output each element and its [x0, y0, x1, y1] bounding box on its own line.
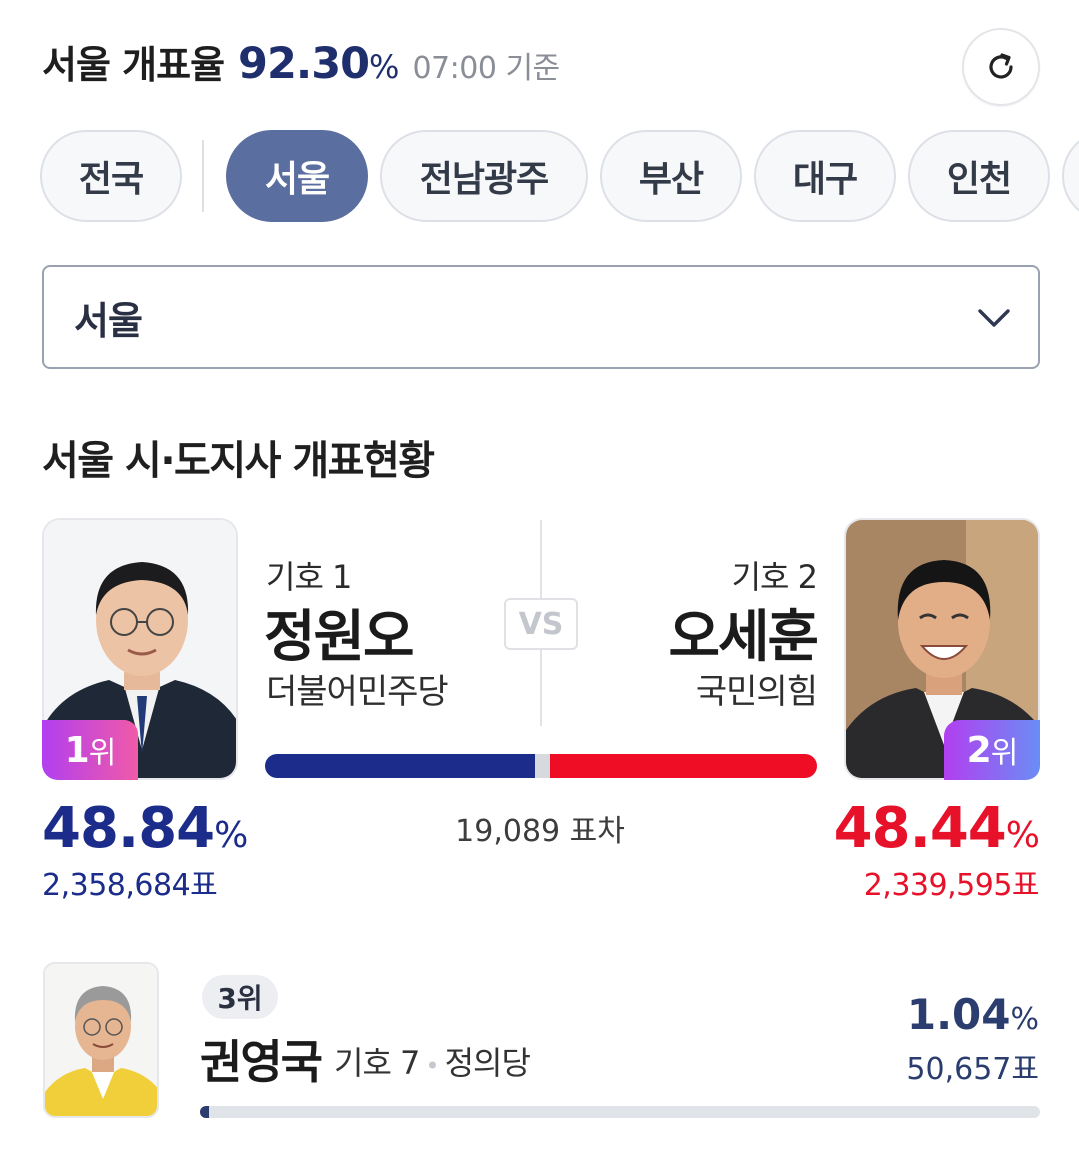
candidate-3-party: 정의당 — [444, 1044, 531, 1082]
tab-jeonnam-gwangju[interactable]: 전남광주 — [380, 130, 588, 222]
candidate-3-votes: 50,657표 — [906, 1052, 1039, 1087]
candidate-2-percent-value: 48.44 — [833, 796, 1007, 861]
section-title: 서울 시·도지사 개표현황 — [42, 438, 435, 484]
vs-divider-top — [540, 520, 542, 598]
tab-busan[interactable]: 부산 — [600, 130, 742, 222]
tab-daegu[interactable]: 대구 — [754, 130, 896, 222]
vote-bar-candidate-1 — [265, 754, 535, 778]
candidate-3-portrait — [45, 964, 157, 1116]
candidate-1-percent: 48.84% — [42, 796, 248, 861]
vs-divider-bottom — [540, 650, 542, 726]
candidate-3-percent-unit: % — [1010, 1002, 1039, 1037]
candidate-2-name: 오세훈 — [668, 605, 819, 670]
rank-badge-1-number: 1 — [64, 729, 90, 771]
header: 서울 개표율 92.30% 07:00 기준 — [42, 34, 560, 94]
candidate-3-rank: 3위 — [202, 975, 278, 1019]
candidate-3-meta: 기호 7 • 정의당 — [334, 1038, 531, 1084]
separator-dot: • — [425, 1052, 439, 1080]
candidate-3-number: 기호 7 — [334, 1044, 420, 1082]
vs-badge: VS — [504, 598, 578, 650]
vote-bar-candidate-2 — [550, 754, 817, 778]
candidate-2-percent-unit: % — [1005, 815, 1040, 856]
rank-badge-1: 1위 — [42, 720, 138, 780]
tab-nationwide[interactable]: 전국 — [40, 130, 182, 222]
region-select-value: 서울 — [74, 298, 143, 343]
rank-badge-2-number: 2 — [966, 729, 992, 771]
tab-incheon[interactable]: 인천 — [908, 130, 1050, 222]
candidate-3-percent-value: 1.04 — [906, 990, 1011, 1039]
count-time: 07:00 기준 — [412, 51, 560, 86]
candidate-1-votes: 2,358,684표 — [42, 868, 218, 903]
candidate-3-bar-track — [200, 1106, 1040, 1118]
candidate-1-percent-value: 48.84 — [42, 796, 215, 861]
vote-gap: 19,089 표차 — [455, 814, 625, 849]
vote-bar-remainder — [535, 754, 550, 778]
count-rate: 92.30% — [238, 39, 399, 89]
candidate-1-party: 더불어민주당 — [266, 672, 449, 712]
refresh-button[interactable] — [962, 28, 1040, 106]
candidate-3-name: 권영국 — [200, 1035, 323, 1089]
chevron-down-icon — [978, 309, 1010, 327]
region-select[interactable]: 서울 — [42, 265, 1040, 369]
count-region-title: 서울 개표율 — [42, 43, 225, 87]
rank-badge-2-unit: 위 — [990, 736, 1019, 771]
count-rate-value: 92.30 — [238, 39, 370, 89]
candidate-3-percent: 1.04% — [907, 990, 1039, 1039]
tab-seoul[interactable]: 서울 — [226, 130, 368, 222]
region-tabs: 전국 서울 전남광주 부산 대구 인천 — [38, 130, 1079, 224]
candidate-3-photo — [43, 962, 159, 1118]
candidate-3-bar-fill — [200, 1106, 209, 1118]
candidate-2-party: 국민의힘 — [695, 672, 818, 712]
rank-badge-1-unit: 위 — [88, 736, 117, 771]
rank-badge-2: 2위 — [944, 720, 1040, 780]
tab-next-partial[interactable] — [1062, 130, 1079, 222]
candidate-2-votes: 2,339,595표 — [863, 868, 1040, 903]
candidate-2-percent: 48.44% — [833, 796, 1040, 861]
tab-divider — [202, 140, 204, 212]
candidate-1-name: 정원오 — [264, 605, 415, 670]
candidate-1-percent-unit: % — [214, 815, 248, 856]
refresh-icon — [989, 53, 1013, 79]
count-rate-unit: % — [369, 48, 399, 86]
